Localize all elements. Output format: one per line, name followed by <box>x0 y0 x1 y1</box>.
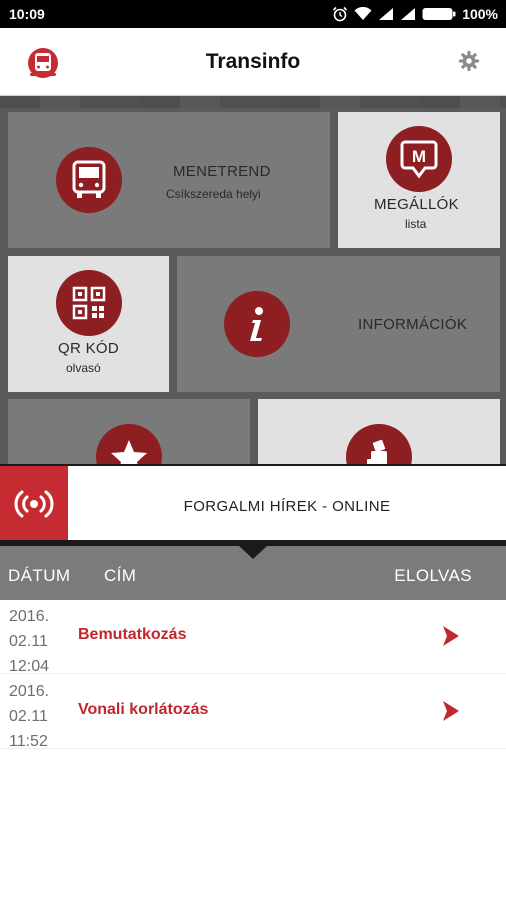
tile-megallok[interactable]: M MEGÁLLÓK lista <box>338 112 500 248</box>
row-date-line: 02.11 <box>9 708 48 725</box>
tile-informaciok[interactable]: INFORMÁCIÓK <box>177 256 500 392</box>
signal-icon <box>379 8 394 20</box>
tile-qr-sublabel: olvasó <box>66 361 101 375</box>
row-date-line: 2016. <box>9 683 50 700</box>
news-row[interactable]: 2016. 02.11 12:04 Bemutatkozás <box>0 600 506 675</box>
tile-menetrend-sublabel: Csíkszereda helyi <box>166 187 261 201</box>
status-icons: 100% <box>332 5 498 23</box>
broadcast-icon <box>0 466 68 542</box>
news-title: FORGALMI HÍREK - ONLINE <box>183 498 391 515</box>
tile-megallok-sublabel: lista <box>405 217 427 231</box>
tile-qr[interactable]: QR KÓD olvasó <box>8 256 169 392</box>
tile-menetrend[interactable]: MENETREND Csíkszereda helyi <box>8 112 330 248</box>
tile-informaciok-label: INFORMÁCIÓK <box>358 316 468 333</box>
battery-percent: 100% <box>462 6 498 22</box>
ticket-machine-icon <box>346 424 412 464</box>
status-bar: 10:09 100% <box>0 0 506 28</box>
row-date-line: 11:52 <box>9 733 48 750</box>
gear-icon[interactable] <box>458 50 480 72</box>
row-title[interactable]: Vonali korlátozás <box>78 701 208 719</box>
tile-qr-label: QR KÓD <box>58 340 119 357</box>
app-title: Transinfo <box>205 50 301 73</box>
app-bar: Transinfo <box>0 28 506 96</box>
row-title[interactable]: Bemutatkozás <box>78 626 186 644</box>
header-read: ELOLVAS <box>394 566 472 585</box>
news-banner[interactable]: FORGALMI HÍREK - ONLINE <box>0 464 506 542</box>
news-row[interactable]: 2016. 02.11 11:52 Vonali korlátozás <box>0 675 506 750</box>
header-title: CÍM <box>104 566 137 585</box>
chevron-right-icon[interactable] <box>442 625 460 647</box>
map-pin-m-icon: M <box>386 126 452 192</box>
grid-strip <box>0 96 506 108</box>
header-date: DÁTUM <box>8 566 71 585</box>
row-date-line: 2016. <box>9 608 50 625</box>
tile-favorites[interactable] <box>8 399 250 464</box>
qr-code-icon <box>56 270 122 336</box>
row-date-line: 02.11 <box>9 633 48 650</box>
tile-megallok-label: MEGÁLLÓK <box>374 196 459 213</box>
alarm-icon <box>333 6 348 22</box>
battery-icon <box>422 8 456 20</box>
bus-icon <box>56 147 122 213</box>
signal-icon <box>401 8 416 20</box>
info-icon <box>224 291 290 357</box>
tile-ticket[interactable] <box>258 399 500 464</box>
wifi-icon <box>354 7 372 20</box>
status-time: 10:09 <box>9 6 45 22</box>
chevron-right-icon[interactable] <box>442 700 460 722</box>
pointer-triangle <box>238 545 268 559</box>
tile-menetrend-label: MENETREND <box>173 163 271 180</box>
row-date: 2016. 02.11 12:04 <box>9 604 49 679</box>
star-icon <box>96 424 162 464</box>
row-date: 2016. 02.11 11:52 <box>9 679 49 754</box>
menu-grid: MENETREND Csíkszereda helyi M MEGÁLLÓK l… <box>0 96 506 464</box>
svg-text:M: M <box>412 147 426 166</box>
